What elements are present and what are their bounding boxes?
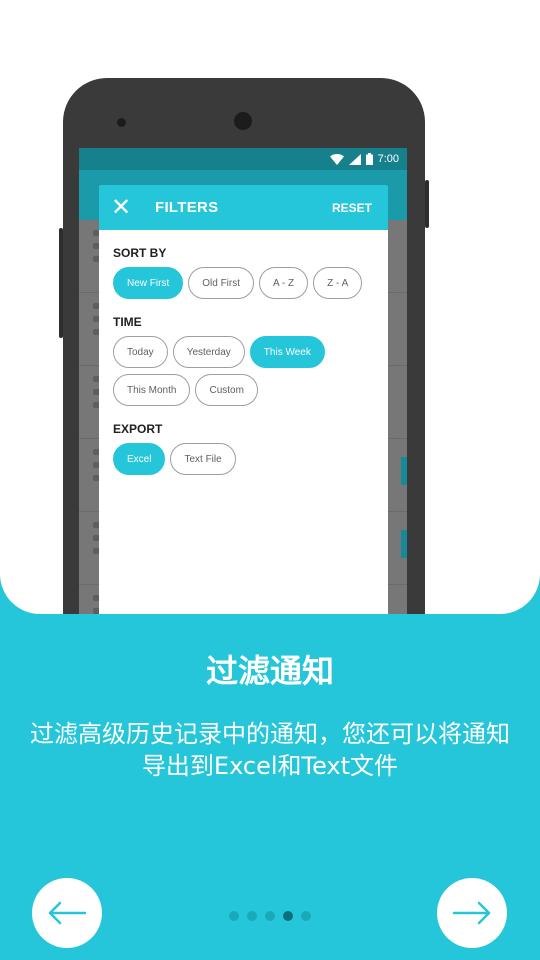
status-time: 7:00 xyxy=(377,153,399,165)
page-dot xyxy=(301,911,311,921)
sort-by-section: SORT BY New First Old First A - Z Z - A xyxy=(99,246,388,299)
export-section: EXPORT Excel Text File xyxy=(99,422,388,475)
signal-icon xyxy=(348,153,361,165)
page-dot xyxy=(229,911,239,921)
time-section: TIME Today Yesterday This Week This Mont… xyxy=(99,315,388,406)
page-dot-active xyxy=(283,911,293,921)
phone-side-button-left xyxy=(59,228,63,338)
dialog-title: FILTERS xyxy=(155,199,219,216)
chip-today[interactable]: Today xyxy=(113,336,168,368)
sort-by-title: SORT BY xyxy=(113,246,167,260)
phone-screen: 7:00 ✕ FILTERS RESET SORT BY New First O… xyxy=(79,148,407,614)
status-bar: 7:00 xyxy=(79,148,407,170)
arrow-left-icon xyxy=(48,901,87,925)
phone-side-button-right xyxy=(425,180,429,228)
page-indicator xyxy=(229,911,311,921)
export-title: EXPORT xyxy=(113,422,163,436)
chip-excel[interactable]: Excel xyxy=(113,443,166,475)
page-dot xyxy=(265,911,275,921)
chip-this-month[interactable]: This Month xyxy=(113,374,191,406)
filters-dialog: ✕ FILTERS RESET SORT BY New First Old Fi… xyxy=(99,185,388,614)
reset-button[interactable]: RESET xyxy=(332,201,372,215)
wifi-icon xyxy=(329,153,344,165)
chip-custom[interactable]: Custom xyxy=(195,374,258,406)
battery-icon xyxy=(365,153,373,165)
phone-mockup: 7:00 ✕ FILTERS RESET SORT BY New First O… xyxy=(59,78,429,614)
dialog-header: ✕ FILTERS RESET xyxy=(99,185,388,230)
time-title: TIME xyxy=(113,315,142,329)
chip-z-a[interactable]: Z - A xyxy=(313,267,363,299)
close-icon[interactable]: ✕ xyxy=(111,195,139,220)
chip-text-file[interactable]: Text File xyxy=(170,443,236,475)
page-dot xyxy=(247,911,257,921)
phone-camera xyxy=(234,112,252,130)
previous-button[interactable] xyxy=(32,878,102,948)
chip-yesterday[interactable]: Yesterday xyxy=(172,336,245,368)
chip-a-z[interactable]: A - Z xyxy=(259,267,309,299)
next-button[interactable] xyxy=(437,878,507,948)
onboarding-description: 过滤高级历史记录中的通知，您还可以将通知导出到Excel和Text文件 xyxy=(30,720,510,780)
chip-old-first[interactable]: Old First xyxy=(188,267,255,299)
onboarding-headline: 过滤通知 xyxy=(205,652,334,690)
chip-new-first[interactable]: New First xyxy=(113,267,184,299)
chip-this-week[interactable]: This Week xyxy=(249,336,325,368)
phone-speaker xyxy=(117,118,126,127)
illustration-area: 7:00 ✕ FILTERS RESET SORT BY New First O… xyxy=(0,0,540,614)
arrow-right-icon xyxy=(452,901,491,925)
